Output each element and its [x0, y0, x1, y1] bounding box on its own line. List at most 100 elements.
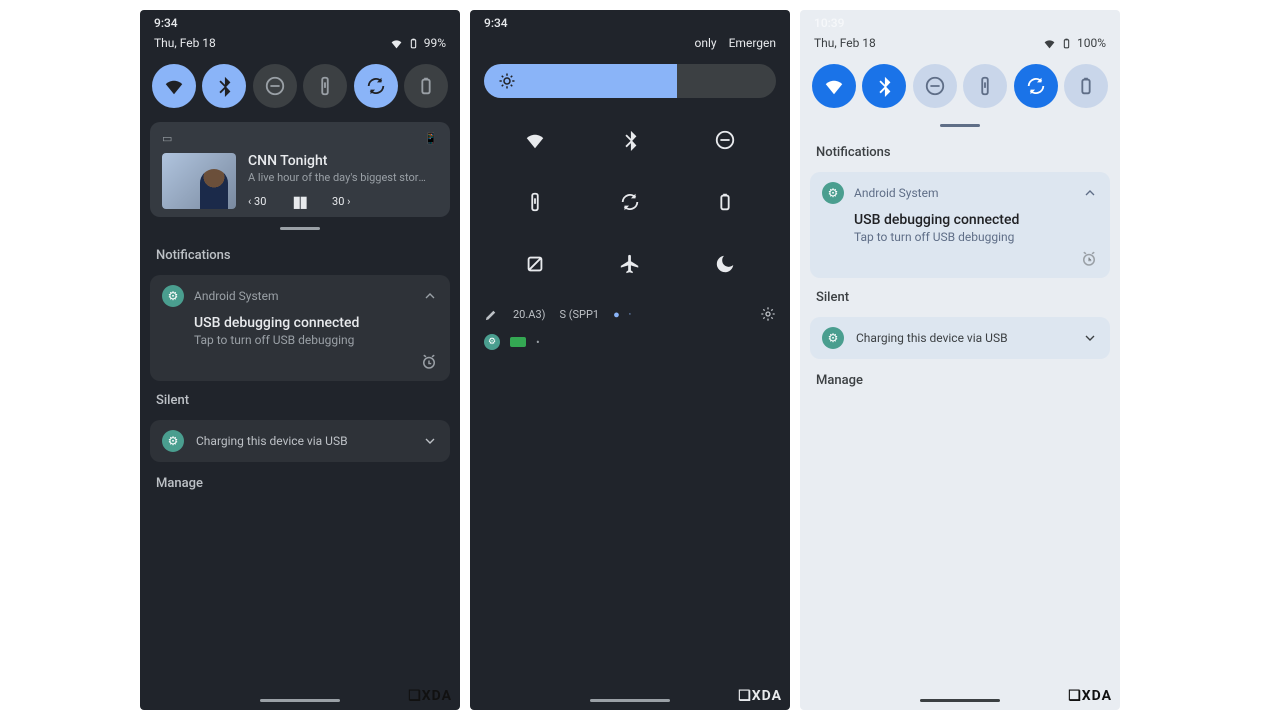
qs-bluetooth[interactable] — [862, 64, 906, 108]
battery-icon — [407, 37, 420, 50]
qs-battery[interactable] — [404, 64, 448, 108]
qs-dnd[interactable] — [913, 64, 957, 108]
wifi-icon — [1043, 37, 1056, 50]
chevron-down-icon[interactable] — [1082, 330, 1098, 346]
qs-bluetooth[interactable] — [608, 118, 652, 162]
shade-handle[interactable] — [940, 124, 980, 127]
snooze-icon[interactable] — [1080, 250, 1098, 268]
notif-app-name: Android System — [194, 289, 279, 303]
screenshot-dark-shade: 9:34 Thu, Feb 18 99% ▭ 📱 — [140, 10, 460, 710]
qs-flashlight[interactable] — [513, 180, 557, 224]
qs-airplane[interactable] — [608, 242, 652, 286]
android-system-icon: ⚙ — [822, 182, 844, 204]
shade-header: Thu, Feb 18 100% — [800, 32, 1120, 60]
qs-wifi[interactable] — [152, 64, 196, 108]
notification-usb[interactable]: ⚙ Android System USB debugging connected… — [810, 172, 1110, 278]
manage-button[interactable]: Manage — [800, 363, 1120, 398]
snooze-icon[interactable] — [420, 353, 438, 371]
brightness-slider[interactable] — [484, 64, 776, 98]
qs-autorotate[interactable] — [354, 64, 398, 108]
shade-header: Thu, Feb 18 99% — [140, 32, 460, 60]
notifications-header: Notifications — [800, 137, 1120, 168]
android-system-icon: ⚙ — [822, 327, 844, 349]
carrier-text: only — [695, 36, 717, 50]
nav-handle[interactable] — [920, 699, 1000, 702]
emergency-text: Emergen — [729, 36, 776, 50]
silent-item-label: Charging this device via USB — [856, 331, 1008, 345]
watermark: ❏XDA — [738, 688, 782, 704]
notif-title: USB debugging connected — [162, 307, 438, 333]
clock: 9:34 — [154, 16, 178, 30]
notif-app-name: Android System — [854, 186, 939, 200]
brightness-icon — [498, 72, 516, 90]
status-icons: 100% — [1043, 36, 1106, 50]
media-rewind[interactable]: ‹ 30 — [248, 195, 266, 208]
collapsed-notifs[interactable]: ⚙ • — [470, 328, 790, 356]
battery-pct: 100% — [1077, 36, 1106, 50]
manage-button[interactable]: Manage — [140, 466, 460, 501]
qs-footer: 20.A3) S (SPP1 ● · — [470, 300, 790, 328]
media-subtitle: A live hour of the day's biggest stori… — [248, 171, 428, 184]
status-bar: 9:34 — [140, 10, 460, 32]
notification-charging[interactable]: ⚙ Charging this device via USB — [810, 317, 1110, 359]
notif-chip-icon — [510, 337, 526, 347]
nav-handle[interactable] — [260, 699, 340, 702]
qs-nightmode[interactable] — [703, 242, 747, 286]
qs-wifi[interactable] — [513, 118, 557, 162]
qs-dnd[interactable] — [253, 64, 297, 108]
notification-usb[interactable]: ⚙ Android System USB debugging connected… — [150, 275, 450, 381]
chevron-down-icon[interactable] — [422, 433, 438, 449]
battery-icon — [1060, 37, 1073, 50]
page-dots: ● · — [613, 308, 634, 321]
media-art — [162, 153, 236, 209]
chevron-up-icon[interactable] — [422, 288, 438, 304]
silent-header: Silent — [800, 282, 1120, 313]
status-bar: 9:34 — [470, 10, 790, 32]
qs-tiles-grid — [470, 110, 790, 300]
qs-autorotate[interactable] — [608, 180, 652, 224]
clock: 9:34 — [484, 16, 508, 30]
shade-header: only Emergen — [470, 32, 790, 60]
qs-wifi[interactable] — [812, 64, 856, 108]
media-title: CNN Tonight — [248, 153, 438, 169]
media-card[interactable]: ▭ 📱 CNN Tonight A live hour of the day's… — [150, 122, 450, 217]
android-system-icon: ⚙ — [162, 430, 184, 452]
qs-battery[interactable] — [703, 180, 747, 224]
build-text-b: S (SPP1 — [559, 308, 599, 321]
shade-handle[interactable] — [280, 227, 320, 230]
qs-screencast[interactable] — [513, 242, 557, 286]
qs-dnd[interactable] — [703, 118, 747, 162]
notif-subtitle: Tap to turn off USB debugging — [822, 230, 1098, 250]
screenshot-light-shade: 10:39 Thu, Feb 18 100% Notifications ⚙ A… — [800, 10, 1120, 710]
battery-pct: 99% — [424, 36, 446, 50]
qs-flashlight[interactable] — [303, 64, 347, 108]
watermark: ❏XDA — [1068, 688, 1112, 704]
silent-item-label: Charging this device via USB — [196, 434, 348, 448]
qs-battery[interactable] — [1064, 64, 1108, 108]
chevron-up-icon[interactable] — [1082, 185, 1098, 201]
qs-tiles-row — [800, 60, 1120, 118]
wifi-icon — [390, 37, 403, 50]
qs-autorotate[interactable] — [1014, 64, 1058, 108]
watermark: ❏XDA — [408, 688, 452, 704]
media-forward[interactable]: 30 › — [332, 195, 350, 208]
qs-tiles-row — [140, 60, 460, 118]
status-icons: 99% — [390, 36, 446, 50]
date-label: Thu, Feb 18 — [154, 36, 216, 50]
notif-title: USB debugging connected — [822, 204, 1098, 230]
media-output-icon[interactable]: 📱 — [424, 132, 438, 145]
edit-icon[interactable] — [484, 307, 499, 322]
media-source-icon: ▭ — [162, 132, 172, 145]
date-label: Thu, Feb 18 — [814, 36, 876, 50]
notif-subtitle: Tap to turn off USB debugging — [162, 333, 438, 353]
notifications-header: Notifications — [140, 240, 460, 271]
qs-flashlight[interactable] — [963, 64, 1007, 108]
nav-handle[interactable] — [590, 699, 670, 702]
status-bar: 10:39 — [800, 10, 1120, 32]
media-pause[interactable]: ▮▮ — [292, 192, 306, 211]
qs-bluetooth[interactable] — [202, 64, 246, 108]
android-system-icon: ⚙ — [162, 285, 184, 307]
settings-icon[interactable] — [760, 306, 776, 322]
notification-charging[interactable]: ⚙ Charging this device via USB — [150, 420, 450, 462]
build-text-a: 20.A3) — [513, 308, 545, 321]
